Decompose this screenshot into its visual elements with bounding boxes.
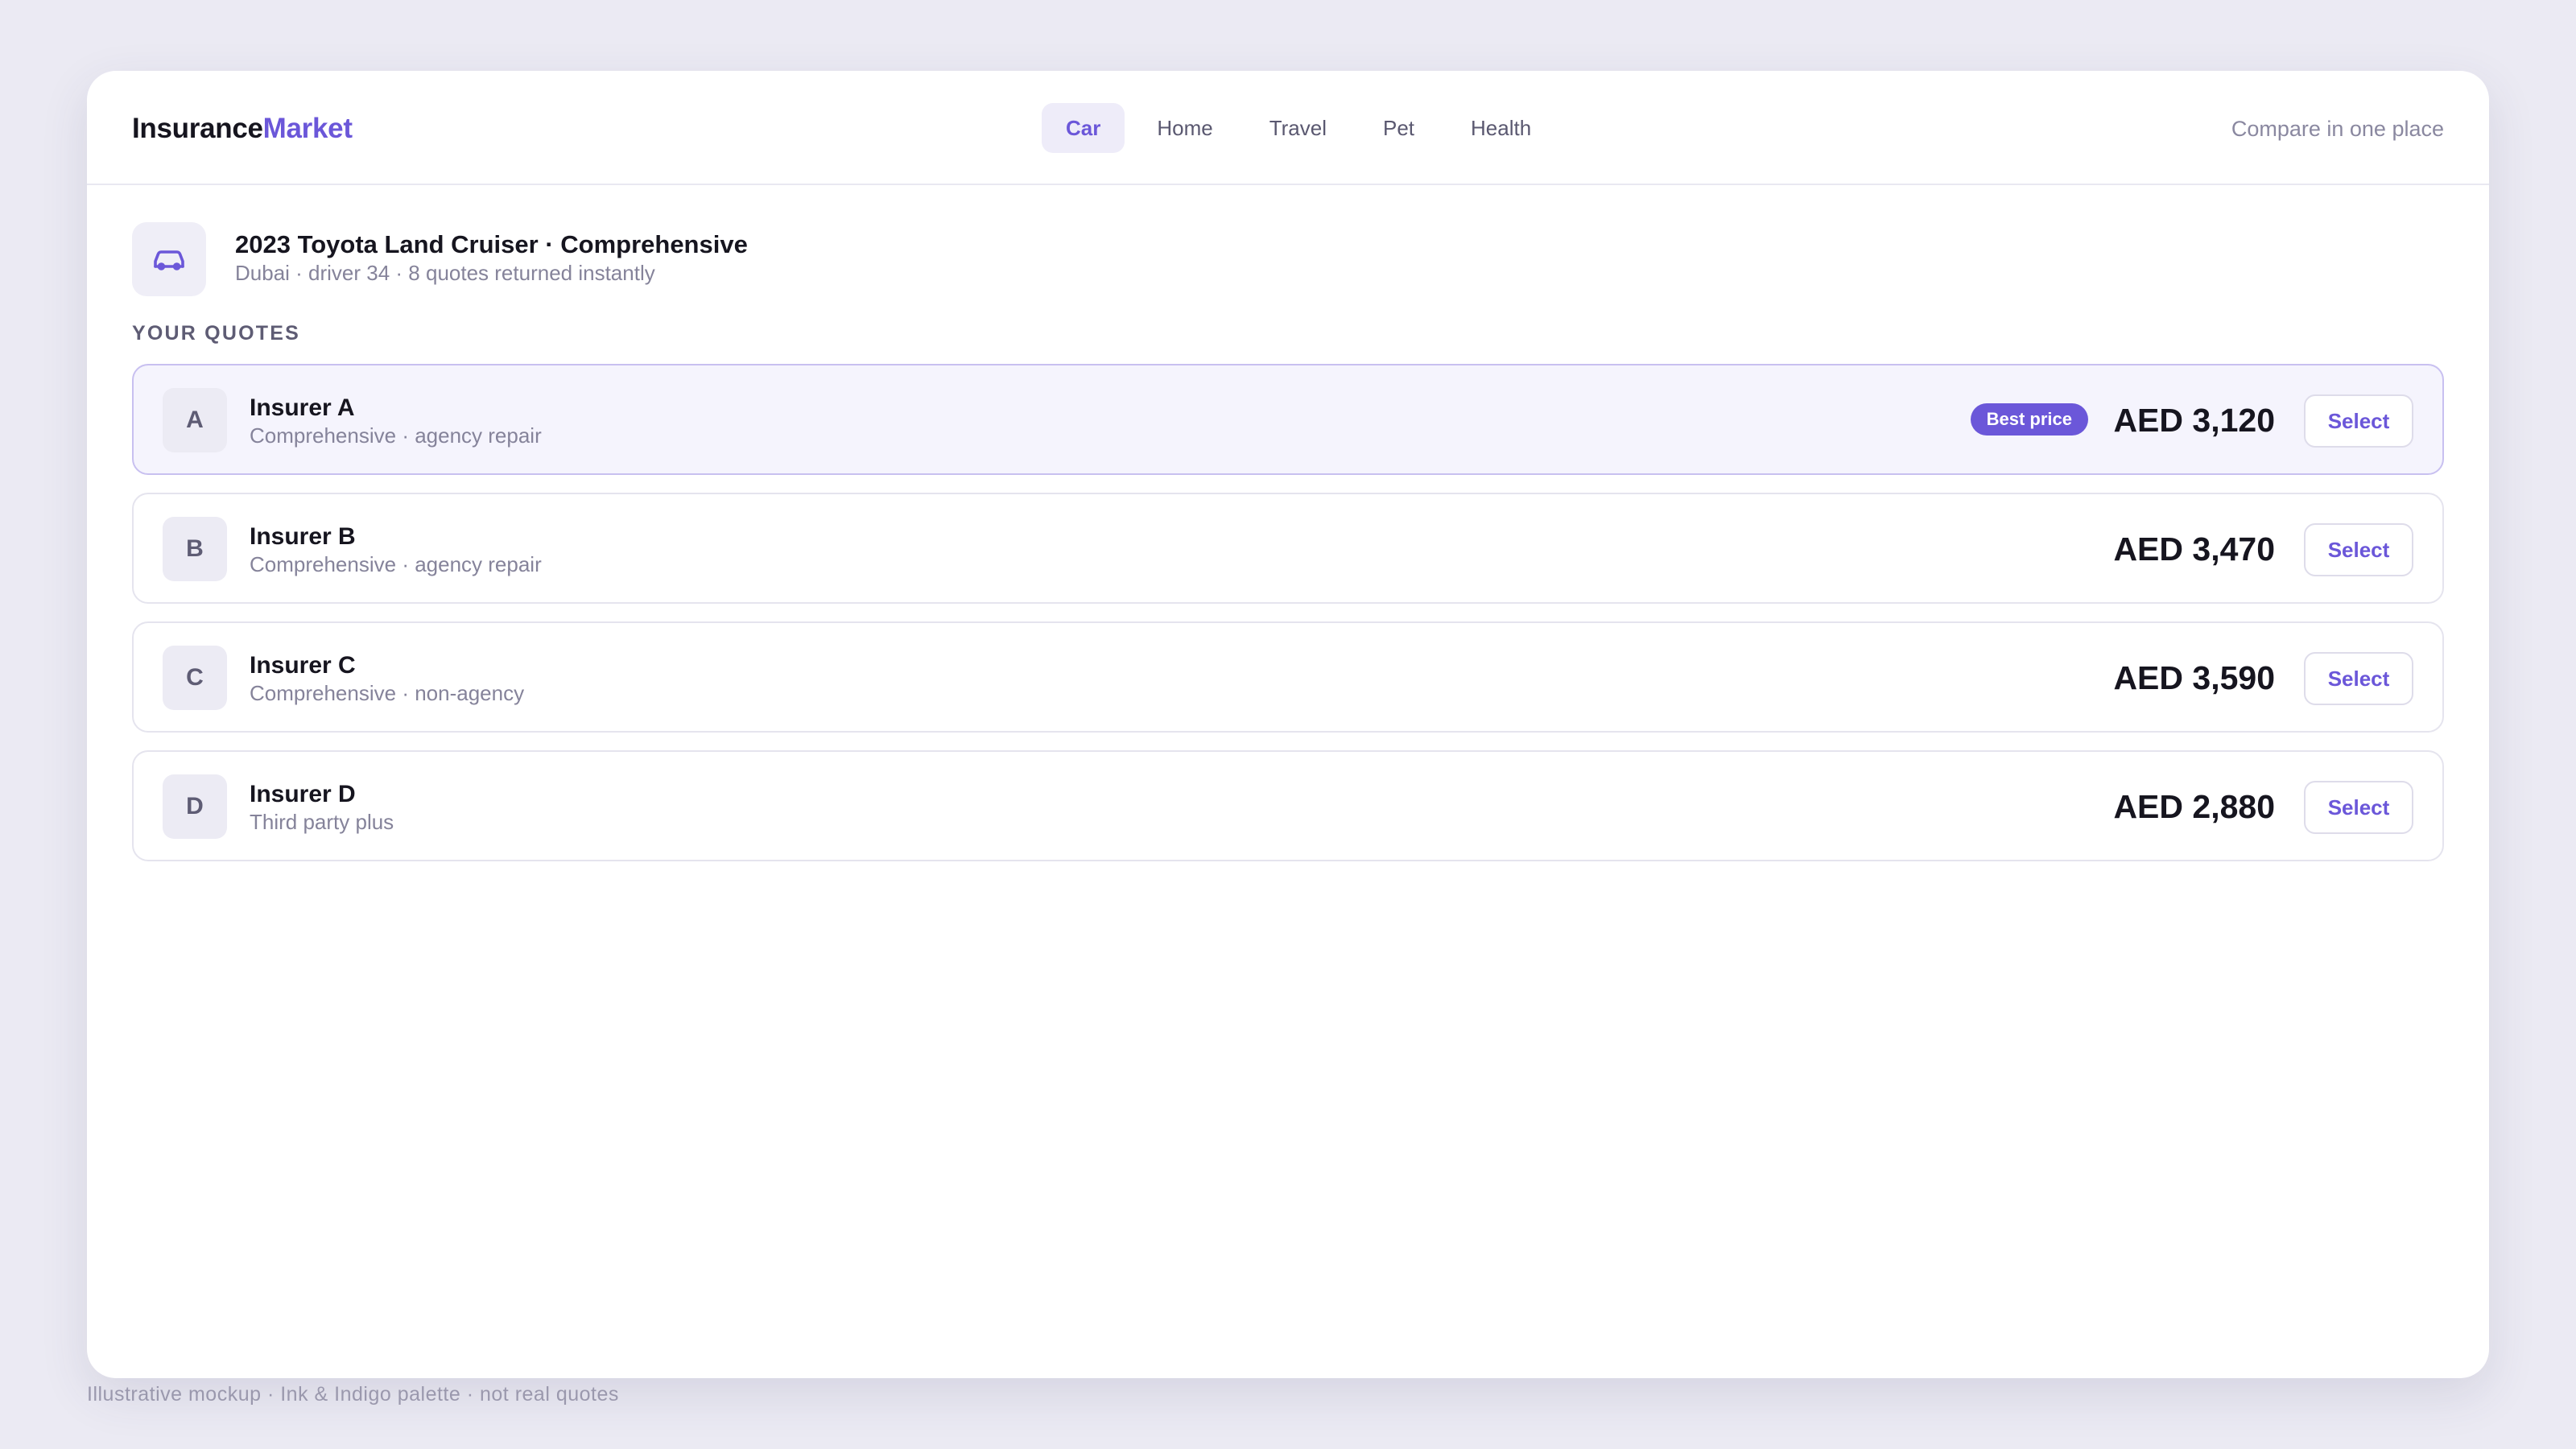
- select-button[interactable]: Select: [2304, 523, 2413, 576]
- select-button[interactable]: Select: [2304, 781, 2413, 834]
- app-window: InsuranceMarket Car Home Travel Pet Heal…: [87, 71, 2489, 1378]
- header-tagline: Compare in one place: [2231, 117, 2444, 141]
- quotes-section-label: YOUR QUOTES: [132, 322, 300, 345]
- tab-car[interactable]: Car: [1042, 103, 1125, 153]
- insurer-name: Insurer B: [250, 523, 356, 550]
- brand-name-part-1: Insurance: [132, 113, 263, 144]
- select-button[interactable]: Select: [2304, 652, 2413, 705]
- top-navigation-bar: InsuranceMarket Car Home Travel Pet Heal…: [87, 71, 2489, 185]
- footnote: Illustrative mockup · Ink & Indigo palet…: [87, 1383, 619, 1406]
- brand-name-part-2: Market: [262, 113, 353, 144]
- coverage-description: Comprehensive · agency repair: [250, 552, 542, 576]
- tab-health[interactable]: Health: [1447, 103, 1555, 153]
- car-icon: [132, 222, 206, 296]
- coverage-description: Third party plus: [250, 810, 394, 834]
- brand-logo[interactable]: InsuranceMarket: [132, 113, 353, 145]
- quote-row-insurer-b: B Insurer B Comprehensive · agency repai…: [132, 493, 2444, 604]
- insurer-avatar: D: [163, 774, 227, 839]
- tab-home[interactable]: Home: [1133, 103, 1236, 153]
- vehicle-subtitle: Dubai · driver 34 · 8 quotes returned in…: [235, 261, 655, 285]
- quote-row-insurer-a: A Insurer A Comprehensive · agency repai…: [132, 364, 2444, 475]
- insurer-avatar: A: [163, 388, 227, 452]
- insurer-avatar: C: [163, 646, 227, 710]
- category-tabs: Car Home Travel Pet Health: [1042, 103, 1555, 153]
- coverage-description: Comprehensive · non-agency: [250, 681, 525, 705]
- quote-price: AED 3,470: [2113, 530, 2275, 568]
- quote-row-insurer-c: C Insurer C Comprehensive · non-agency A…: [132, 621, 2444, 733]
- insurer-name: Insurer C: [250, 652, 356, 679]
- insurer-avatar: B: [163, 517, 227, 581]
- tab-pet[interactable]: Pet: [1359, 103, 1439, 153]
- insurer-name: Insurer A: [250, 394, 355, 421]
- insurer-name: Insurer D: [250, 781, 356, 807]
- coverage-description: Comprehensive · agency repair: [250, 423, 542, 448]
- quote-price: AED 2,880: [2113, 788, 2275, 825]
- quote-price: AED 3,590: [2113, 659, 2275, 696]
- quote-row-insurer-d: D Insurer D Third party plus AED 2,880 S…: [132, 750, 2444, 861]
- best-price-badge: Best price: [1970, 403, 2088, 436]
- tab-travel[interactable]: Travel: [1245, 103, 1351, 153]
- select-button[interactable]: Select: [2304, 394, 2413, 448]
- vehicle-title: 2023 Toyota Land Cruiser · Comprehensive: [235, 230, 748, 258]
- quotes-list: A Insurer A Comprehensive · agency repai…: [132, 364, 2444, 879]
- quote-price: AED 3,120: [2113, 402, 2275, 439]
